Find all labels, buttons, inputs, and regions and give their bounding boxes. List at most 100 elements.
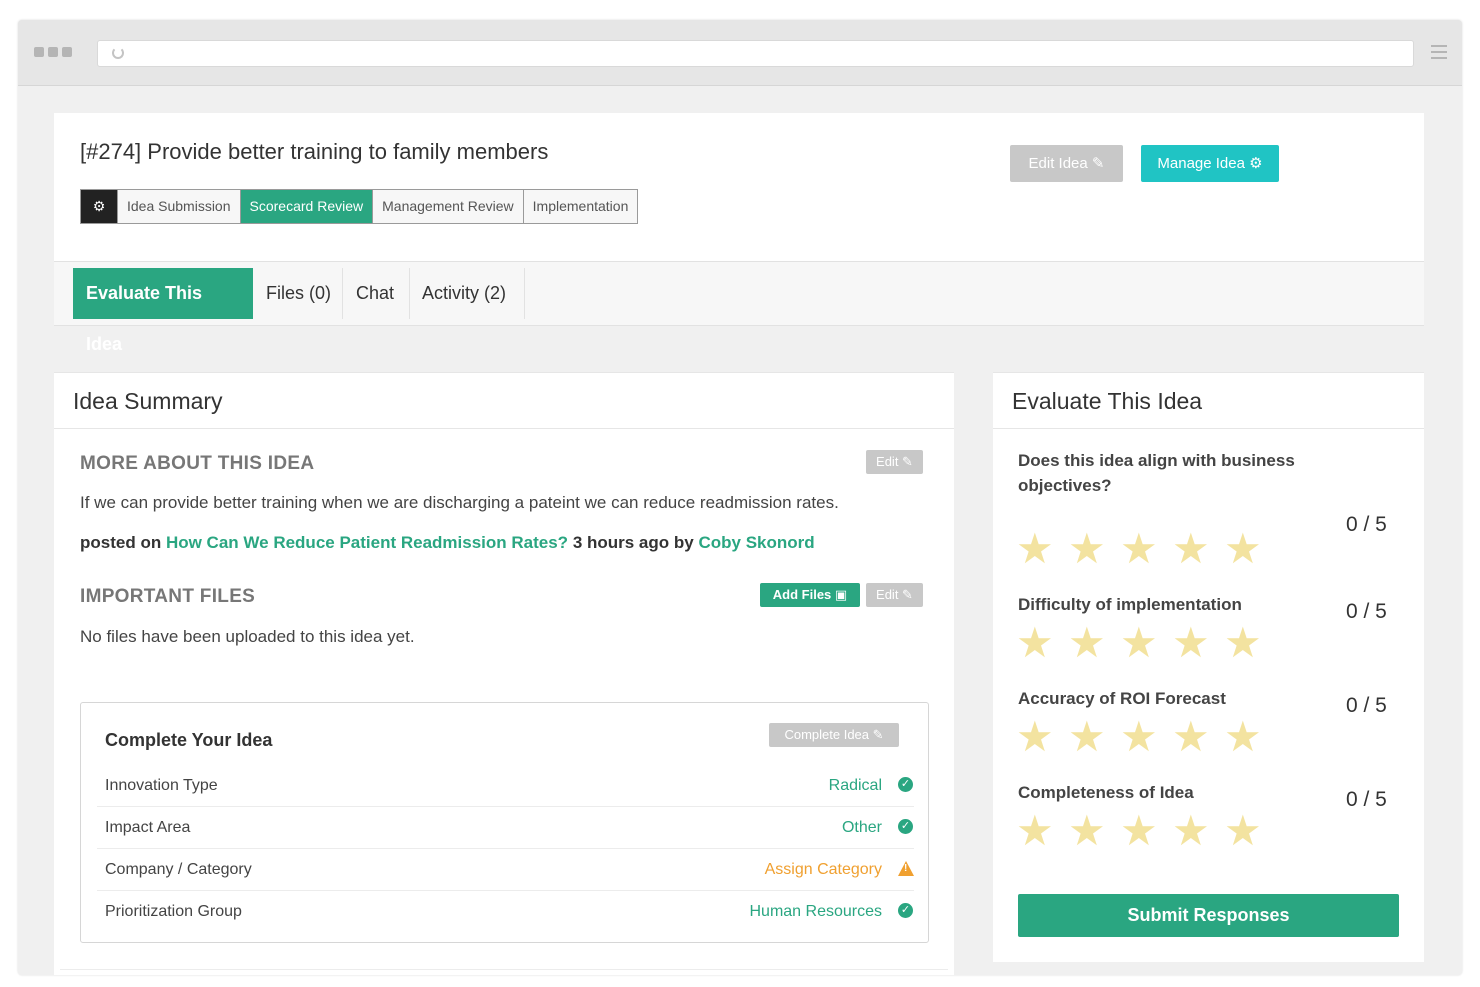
tab-activity[interactable]: Activity (2) [409,268,519,319]
question-score: 0 / 5 [1346,694,1387,717]
gear-icon: ⚙ [1249,155,1263,172]
complete-your-idea-box: Complete Your Idea Complete Idea ✎ Innov… [80,702,929,943]
check-circle-icon: ✓ [898,903,913,918]
question-score: 0 / 5 [1346,788,1387,811]
check-circle-icon: ✓ [898,819,913,834]
question-text: Difficulty of implementation [1018,595,1242,614]
idea-summary-panel: Idea Summary MORE ABOUT THIS IDEA Edit ✎… [54,372,954,975]
star-icon[interactable]: ★ [1068,810,1120,852]
row-label: Prioritization Group [105,903,242,920]
star-rating[interactable]: ★ ★ ★ ★ ★ [1016,528,1276,570]
no-files-message: No files have been uploaded to this idea… [80,627,415,646]
warning-icon: ! [898,861,914,876]
add-files-button[interactable]: Add Files ▣ [760,583,860,607]
add-files-label: Add Files [772,587,832,602]
window-controls[interactable] [34,47,72,57]
challenge-link[interactable]: How Can We Reduce Patient Readmission Ra… [166,533,568,552]
idea-header: [#274] Provide better training to family… [54,113,1424,354]
row-value[interactable]: Assign Category [765,861,882,879]
evaluate-panel: Evaluate This Idea Does this idea align … [993,372,1424,962]
hamburger-menu-icon[interactable] [1431,45,1447,59]
address-bar[interactable] [97,40,1414,67]
posted-time: 3 hours ago by [572,533,694,552]
edit-label: Edit [876,454,899,469]
image-icon: ▣ [831,587,848,602]
edit-files-button[interactable]: Edit ✎ [866,583,923,607]
row-label: Company / Category [105,861,252,878]
complete-row: Innovation Type Radical ✓ [97,765,914,807]
complete-idea-label: Complete Idea [784,727,870,742]
edit-icon: ✎ [869,727,884,742]
edit-icon: ✎ [898,454,913,469]
row-value[interactable]: Other [842,819,882,837]
submit-responses-button[interactable]: Submit Responses [1018,894,1399,937]
row-label: Innovation Type [105,777,218,794]
tab-evaluate[interactable]: Evaluate This Idea [73,268,253,354]
star-icon[interactable]: ★ [1224,716,1276,758]
question-text: Accuracy of ROI Forecast [1018,689,1226,708]
question-text: Does this idea align with business objec… [1018,451,1295,495]
stage-idea-submission[interactable]: Idea Submission [118,190,241,223]
posted-line: posted on How Can We Reduce Patient Read… [80,533,815,553]
complete-row: Company / Category Assign Category ! [97,849,914,891]
stage-tracker: ⚙ Idea Submission Scorecard Review Manag… [80,189,639,224]
important-files-heading: IMPORTANT FILES [80,586,256,607]
star-rating[interactable]: ★ ★ ★ ★ ★ [1016,716,1276,758]
star-icon[interactable]: ★ [1120,716,1172,758]
stage-management-review[interactable]: Management Review [373,190,524,223]
posted-prefix: posted on [80,533,162,552]
star-icon[interactable]: ★ [1172,528,1224,570]
edit-idea-label: Edit Idea [1028,155,1088,172]
star-icon[interactable]: ★ [1120,528,1172,570]
manage-idea-label: Manage Idea [1157,155,1245,172]
edit-idea-button[interactable]: Edit Idea ✎ [1010,145,1123,182]
row-label: Impact Area [105,819,191,836]
tab-chat[interactable]: Chat [343,268,407,319]
complete-idea-button[interactable]: Complete Idea ✎ [769,723,899,747]
gear-icon[interactable]: ⚙ [81,190,118,223]
panel-title: Evaluate This Idea [1012,388,1203,414]
star-icon[interactable]: ★ [1068,528,1120,570]
star-icon[interactable]: ★ [1172,622,1224,664]
star-icon[interactable]: ★ [1224,622,1276,664]
star-icon[interactable]: ★ [1016,622,1068,664]
star-icon[interactable]: ★ [1224,528,1276,570]
star-icon[interactable]: ★ [1172,810,1224,852]
complete-row: Impact Area Other ✓ [97,807,914,849]
star-icon[interactable]: ★ [1068,622,1120,664]
row-value[interactable]: Human Resources [750,903,883,921]
edit-description-button[interactable]: Edit ✎ [866,450,923,474]
star-icon[interactable]: ★ [1016,716,1068,758]
pencil-icon: ✎ [1091,155,1105,172]
question-text: Completeness of Idea [1018,783,1194,802]
star-icon[interactable]: ★ [1016,810,1068,852]
tab-files[interactable]: Files (0) [253,268,344,319]
reload-icon[interactable] [112,47,124,59]
question-score: 0 / 5 [1346,513,1387,536]
star-icon[interactable]: ★ [1120,622,1172,664]
browser-window: [#274] Provide better training to family… [18,20,1462,975]
star-rating[interactable]: ★ ★ ★ ★ ★ [1016,810,1276,852]
star-icon[interactable]: ★ [1224,810,1276,852]
edit-icon: ✎ [898,587,913,602]
complete-row: Prioritization Group Human Resources ✓ [97,891,914,933]
complete-title: Complete Your Idea [105,730,273,750]
star-rating[interactable]: ★ ★ ★ ★ ★ [1016,622,1276,664]
idea-title: [#274] Provide better training to family… [80,139,549,164]
idea-description: If we can provide better training when w… [80,493,839,512]
manage-idea-button[interactable]: Manage Idea ⚙ [1141,145,1279,182]
row-value[interactable]: Radical [829,777,882,795]
author-link[interactable]: Coby Skonord [698,533,814,552]
panel-title: Idea Summary [73,388,223,414]
edit-label: Edit [876,587,899,602]
stage-implementation[interactable]: Implementation [523,190,638,223]
check-circle-icon: ✓ [898,777,913,792]
question-score: 0 / 5 [1346,600,1387,623]
star-icon[interactable]: ★ [1172,716,1224,758]
more-about-heading: MORE ABOUT THIS IDEA [80,453,315,474]
star-icon[interactable]: ★ [1120,810,1172,852]
stage-scorecard-review[interactable]: Scorecard Review [240,190,374,223]
browser-toolbar [18,20,1462,86]
star-icon[interactable]: ★ [1016,528,1068,570]
star-icon[interactable]: ★ [1068,716,1120,758]
